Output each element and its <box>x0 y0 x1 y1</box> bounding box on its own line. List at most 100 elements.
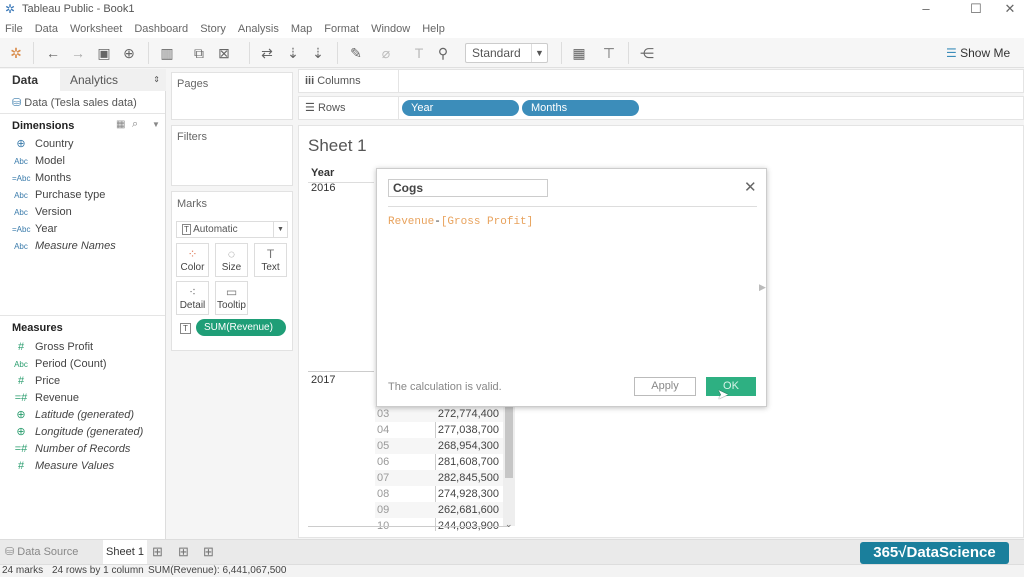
revenue-cell: 281,608,700 <box>437 456 499 468</box>
color-button[interactable]: ⁘ Color <box>176 243 209 277</box>
new-dashboard-icon[interactable]: ⊞ <box>178 544 189 560</box>
data-source-item[interactable]: ⛁ Data (Tesla sales data) <box>12 96 137 109</box>
new-data-source-icon[interactable]: ⊕ <box>118 43 140 63</box>
group-icon[interactable]: ⌀ <box>375 43 397 63</box>
undo-icon[interactable]: ← <box>42 43 64 63</box>
scroll-down-icon[interactable]: ⌄ <box>505 519 513 530</box>
redo-icon[interactable]: → <box>67 43 89 63</box>
text-label: Text <box>261 262 280 273</box>
field-label: Year <box>35 223 58 235</box>
tooltip-button[interactable]: ▭ Tooltip <box>215 281 248 315</box>
search-icon[interactable]: ⌕ <box>132 118 138 131</box>
months-pill[interactable]: Months <box>522 100 639 116</box>
menu-dashboard[interactable]: Dashboard <box>129 20 195 38</box>
presentation-mode-icon[interactable]: ⊤ <box>598 43 620 63</box>
menu-story[interactable]: Story <box>195 20 233 38</box>
measure-number-of-records[interactable]: =# Number of Records <box>0 441 160 458</box>
dimension-purchase-type[interactable]: Abc Purchase type <box>0 187 160 204</box>
size-label: Size <box>221 262 242 273</box>
measure-period-count[interactable]: Abc Period (Count) <box>0 356 160 373</box>
measure-gross-profit[interactable]: # Gross Profit <box>0 339 160 356</box>
dimension-version[interactable]: Abc Version <box>0 204 160 221</box>
measure-price[interactable]: # Price <box>0 373 160 390</box>
columns-shelf[interactable]: iii Columns <box>298 69 1024 93</box>
duplicate-sheet-icon[interactable]: ⧉ <box>188 43 210 63</box>
highlight-icon[interactable]: ✎ <box>345 43 367 63</box>
dimension-model[interactable]: Abc Model <box>0 153 160 170</box>
data-source-tab-label: Data Source <box>17 546 79 558</box>
ok-button[interactable]: OK <box>706 377 756 396</box>
menu-file[interactable]: File <box>0 20 30 38</box>
dimension-months[interactable]: =Abc Months <box>0 170 160 187</box>
tab-sheet-1[interactable]: Sheet 1 <box>103 540 147 564</box>
menu-format[interactable]: Format <box>319 20 366 38</box>
apply-button[interactable]: Apply <box>634 377 696 396</box>
minimize-button[interactable]: – <box>906 0 946 20</box>
clear-sheet-icon[interactable]: ⊠ <box>213 43 235 63</box>
new-worksheet-icon[interactable]: ▥ <box>156 43 178 63</box>
formula-reference: [Gross Profit] <box>440 216 534 228</box>
sort-ascending-icon[interactable]: ⇣ <box>282 43 304 63</box>
formula-editor[interactable]: Revenue-[Gross Profit] <box>388 216 757 366</box>
menu-bar: File Data Worksheet Dashboard Story Analysis M… <box>0 20 1024 38</box>
measure-longitude[interactable]: ⊕ Longitude (generated) <box>0 424 160 441</box>
pages-card[interactable]: Pages <box>171 72 293 120</box>
scrollbar-thumb[interactable] <box>505 406 513 478</box>
swap-rows-columns-icon[interactable]: ⇄ <box>256 43 278 63</box>
detail-button[interactable]: ⁖ Detail <box>176 281 209 315</box>
menu-analysis[interactable]: Analysis <box>233 20 286 38</box>
data-pane: Data Analytics ⇕ ⛁ Data (Tesla sales dat… <box>0 69 166 539</box>
rows-shelf[interactable]: ☰ Rows Year Months <box>298 96 1024 120</box>
size-icon: ◌ <box>227 247 236 261</box>
pin-icon[interactable]: ⚲ <box>432 43 454 63</box>
mark-type-select[interactable]: T Automatic ▼ <box>176 221 288 238</box>
show-labels-icon[interactable]: T <box>408 43 430 63</box>
tableau-logo-icon: ✲ <box>5 2 16 16</box>
show-cards-icon[interactable]: ▦ <box>568 43 590 63</box>
fit-select[interactable]: Standard ▼ <box>465 43 548 63</box>
vertical-scrollbar[interactable]: ⌄ <box>503 406 515 529</box>
dimension-country[interactable]: ⊕ Country <box>0 136 160 153</box>
dimension-measure-names[interactable]: Abc Measure Names <box>0 238 160 255</box>
month-cell: 06 <box>377 456 390 468</box>
sheet-title: Sheet 1 <box>308 136 367 155</box>
filters-card[interactable]: Filters <box>171 125 293 186</box>
menu-worksheet[interactable]: Worksheet <box>65 20 129 38</box>
measure-revenue[interactable]: =# Revenue <box>0 390 160 407</box>
expand-panel-icon[interactable]: ▶ <box>759 282 766 293</box>
menu-data[interactable]: Data <box>30 20 65 38</box>
tableau-home-icon[interactable]: ✲ <box>5 43 27 63</box>
measure-measure-values[interactable]: # Measure Values <box>0 458 160 475</box>
detail-icon: ⁖ <box>188 285 197 299</box>
share-icon[interactable]: ⋲ <box>636 43 658 63</box>
show-me-label: Show Me <box>960 46 1011 60</box>
dimension-year[interactable]: =Abc Year <box>0 221 160 238</box>
tooltip-icon: ▭ <box>225 285 238 299</box>
menu-map[interactable]: Map <box>286 20 319 38</box>
sort-descending-icon[interactable]: ⇣ <box>307 43 329 63</box>
chevron-down-icon[interactable]: ▼ <box>152 120 160 129</box>
calculation-name-input[interactable]: Cogs <box>388 179 548 197</box>
grid-view-icon[interactable]: ▦ <box>116 119 125 130</box>
size-button[interactable]: ◌ Size <box>215 243 248 277</box>
close-dialog-icon[interactable]: ✕ <box>744 178 757 196</box>
tab-data[interactable]: Data <box>0 69 60 91</box>
new-story-icon[interactable]: ⊞ <box>203 544 214 560</box>
menu-help[interactable]: Help <box>417 20 452 38</box>
measure-latitude[interactable]: ⊕ Latitude (generated) <box>0 407 160 424</box>
bottom-bar: ⛁ Data Source Sheet 1 ⊞ ⊞ ⊞ 365√DataScie… <box>0 539 1024 577</box>
sum-revenue-total: SUM(Revenue): 6,441,067,500 <box>148 565 287 576</box>
calculated-number-icon: =# <box>14 392 28 404</box>
show-me-button[interactable]: ☰ Show Me <box>946 43 1010 63</box>
text-button[interactable]: T Text <box>254 243 287 277</box>
save-icon[interactable]: ▣ <box>93 43 115 63</box>
table-row: 08 274,928,300 <box>375 486 503 502</box>
close-window-button[interactable]: ✕ <box>990 0 1024 20</box>
menu-window[interactable]: Window <box>366 20 417 38</box>
data-source-tab[interactable]: ⛁ Data Source <box>5 545 78 558</box>
sum-revenue-pill[interactable]: SUM(Revenue) <box>196 319 286 336</box>
tab-analytics[interactable]: Analytics ⇕ <box>60 69 166 91</box>
new-worksheet-icon[interactable]: ⊞ <box>152 544 163 560</box>
field-label: Longitude (generated) <box>35 426 144 438</box>
year-pill[interactable]: Year <box>402 100 519 116</box>
